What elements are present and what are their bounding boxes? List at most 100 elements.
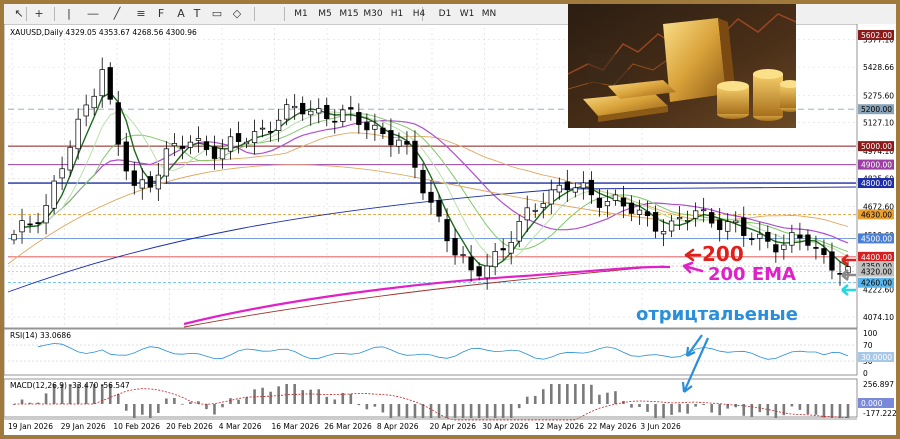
macd-bar bbox=[405, 404, 409, 418]
macd-bar bbox=[493, 404, 497, 418]
macd-bar bbox=[165, 398, 168, 404]
macd-bar bbox=[157, 404, 160, 413]
candle-body bbox=[701, 209, 707, 212]
candle-body bbox=[404, 141, 410, 145]
timeframe-m1[interactable]: M1 bbox=[292, 7, 310, 21]
date-axis-label: 8 Apr 2026 bbox=[377, 422, 419, 431]
crosshair-icon[interactable]: + bbox=[32, 7, 46, 21]
candle-body bbox=[275, 119, 282, 131]
candle-body bbox=[500, 248, 506, 251]
candle-body bbox=[797, 234, 803, 239]
rsi-axis-label: 70 bbox=[863, 341, 873, 350]
macd-axis-label: 0.000 bbox=[861, 399, 883, 408]
price-tag-4260.00: 4260.00 bbox=[858, 277, 894, 288]
macd-bar bbox=[558, 384, 561, 404]
candle-body bbox=[596, 197, 603, 208]
macd-bar bbox=[293, 384, 296, 404]
candle-body bbox=[243, 141, 250, 145]
timeframe-m15[interactable]: M15 bbox=[338, 7, 360, 21]
macd-bar bbox=[237, 399, 240, 404]
rectangle-icon[interactable]: ▭ bbox=[210, 7, 224, 21]
macd-bar bbox=[469, 404, 473, 418]
candle-body bbox=[364, 122, 370, 131]
macd-bar bbox=[124, 404, 128, 411]
timeframe-h4[interactable]: H4 bbox=[410, 7, 428, 21]
candle-body bbox=[324, 104, 330, 119]
candle-body bbox=[235, 133, 242, 142]
rsi-axis-label: 0 bbox=[863, 369, 868, 378]
price-tag-text: 5200.00 bbox=[861, 105, 892, 114]
macd-bar bbox=[285, 384, 288, 404]
timeframe-m30[interactable]: M30 bbox=[362, 7, 384, 21]
macd-label: MACD(12,26,9) -33.470 -56.547 bbox=[10, 381, 130, 390]
candle-body bbox=[27, 223, 33, 226]
price-tag-4400.00: 4400.00 bbox=[858, 251, 894, 262]
timeframe-mn[interactable]: MN bbox=[480, 7, 498, 21]
label-200: 200 bbox=[702, 242, 744, 266]
price-tag-4900.00: 4900.00 bbox=[858, 159, 894, 170]
candle-body bbox=[460, 254, 466, 256]
macd-bar bbox=[453, 404, 457, 418]
timeframe-h1[interactable]: H1 bbox=[388, 7, 406, 21]
candle-body bbox=[171, 143, 178, 147]
macd-bar bbox=[213, 404, 216, 415]
candle-body bbox=[155, 174, 161, 190]
rsi-axis-label: 100 bbox=[863, 329, 878, 338]
macd-bar bbox=[149, 404, 152, 418]
candle-body bbox=[372, 124, 378, 130]
timeframe-w1[interactable]: W1 bbox=[458, 7, 476, 21]
date-axis-label: 29 Jan 2026 bbox=[61, 422, 106, 431]
candle-body bbox=[131, 170, 137, 186]
timeframe-m5[interactable]: M5 bbox=[316, 7, 334, 21]
macd-bar bbox=[325, 396, 329, 404]
vertical-line-icon[interactable]: | bbox=[62, 7, 76, 21]
macd-bar bbox=[638, 404, 641, 407]
trendline-icon[interactable]: ╱ bbox=[110, 7, 124, 21]
timeframe-d1[interactable]: D1 bbox=[436, 7, 454, 21]
candle-body bbox=[476, 266, 482, 277]
text-icon[interactable]: A bbox=[174, 7, 188, 21]
candle-body bbox=[75, 118, 81, 150]
macd-bar bbox=[541, 389, 545, 404]
fibonacci-icon[interactable]: F bbox=[154, 7, 168, 21]
macd-bar bbox=[509, 404, 513, 418]
candle-body bbox=[508, 242, 514, 254]
cursor-icon[interactable]: ↖ bbox=[12, 7, 26, 21]
date-axis-label: 20 Apr 2026 bbox=[430, 422, 477, 431]
candle-body bbox=[628, 202, 635, 214]
candle-body bbox=[292, 105, 298, 109]
macd-bar bbox=[533, 395, 537, 404]
candle-body bbox=[203, 141, 210, 150]
price-tag-text: 4500.00 bbox=[861, 234, 892, 243]
candle-body bbox=[612, 194, 619, 201]
candle-body bbox=[781, 244, 787, 250]
candle-body bbox=[668, 220, 675, 232]
macd-bar bbox=[245, 397, 248, 404]
macd-bar bbox=[798, 404, 802, 410]
channel-icon[interactable]: ≡ bbox=[134, 7, 148, 21]
candle-body bbox=[356, 112, 362, 125]
macd-bar bbox=[822, 404, 826, 418]
candle-body bbox=[308, 110, 314, 116]
label-comment: отрицтальеные bbox=[636, 304, 798, 325]
macd-bar bbox=[598, 394, 601, 404]
macd-bar bbox=[846, 404, 850, 418]
macd-bar bbox=[485, 404, 489, 418]
candle-body bbox=[516, 220, 522, 242]
text-label-icon[interactable]: T bbox=[190, 7, 204, 21]
candle-body bbox=[163, 148, 170, 177]
candle-body bbox=[532, 209, 538, 212]
rsi-label: RSI(14) 33.0686 bbox=[10, 331, 71, 340]
candle-body bbox=[420, 169, 426, 194]
candle-body bbox=[636, 209, 643, 215]
macd-bar bbox=[702, 404, 705, 406]
macd-bar bbox=[333, 399, 337, 404]
candle-body bbox=[43, 205, 49, 224]
horizontal-line-icon[interactable]: ― bbox=[86, 7, 100, 21]
candle-body bbox=[67, 146, 73, 171]
macd-bar bbox=[782, 404, 786, 416]
candle-body bbox=[813, 247, 819, 249]
macd-bar bbox=[445, 404, 449, 418]
shapes-icon[interactable]: ◇ bbox=[230, 7, 244, 21]
candle-body bbox=[676, 217, 683, 220]
